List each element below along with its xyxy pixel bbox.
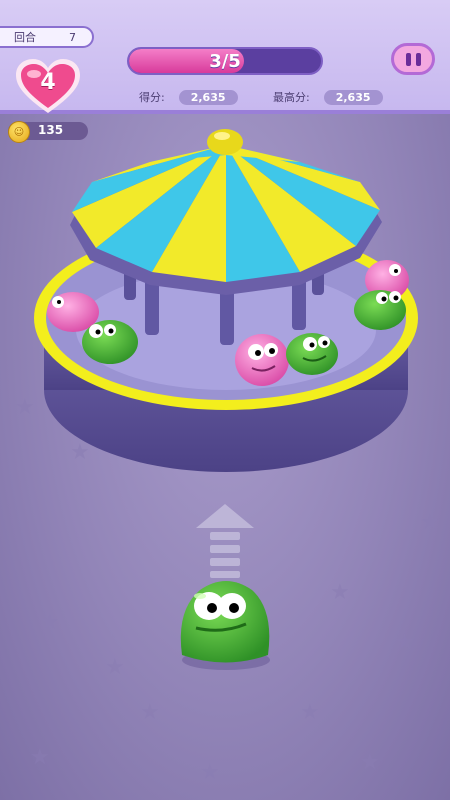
pause-button[interactable] bbox=[391, 43, 435, 75]
jelly-green-center bbox=[286, 333, 338, 375]
best-score-value: 2,635 bbox=[323, 89, 383, 105]
round-label: 回合 bbox=[14, 31, 36, 44]
coin-counter: ☺ 135 bbox=[8, 121, 88, 143]
lives-count: 4 bbox=[40, 70, 56, 95]
game-scene[interactable] bbox=[0, 0, 450, 800]
score-label: 得分: bbox=[139, 91, 165, 104]
round-indicator: 回合 7 bbox=[0, 26, 94, 48]
score-display: 得分: 2,635 bbox=[139, 89, 238, 105]
up-arrow-icon bbox=[196, 504, 254, 578]
coin-count: 135 bbox=[38, 123, 64, 137]
progress-text: 3/5 bbox=[209, 50, 241, 72]
coin-icon: ☺ bbox=[8, 121, 30, 143]
round-value: 7 bbox=[69, 30, 76, 44]
best-score-display: 最高分: 2,635 bbox=[273, 89, 383, 105]
jelly-pink-center bbox=[235, 334, 289, 386]
lives-indicator: 4 bbox=[14, 58, 82, 116]
score-value: 2,635 bbox=[178, 89, 238, 105]
jelly-green-right bbox=[354, 290, 406, 330]
best-score-label: 最高分: bbox=[273, 91, 310, 104]
level-progress-bar: 3/5 bbox=[127, 47, 323, 75]
carousel bbox=[34, 129, 418, 472]
jelly-green-left bbox=[82, 320, 138, 364]
player-jelly[interactable] bbox=[180, 581, 270, 670]
pause-icon bbox=[405, 52, 421, 66]
